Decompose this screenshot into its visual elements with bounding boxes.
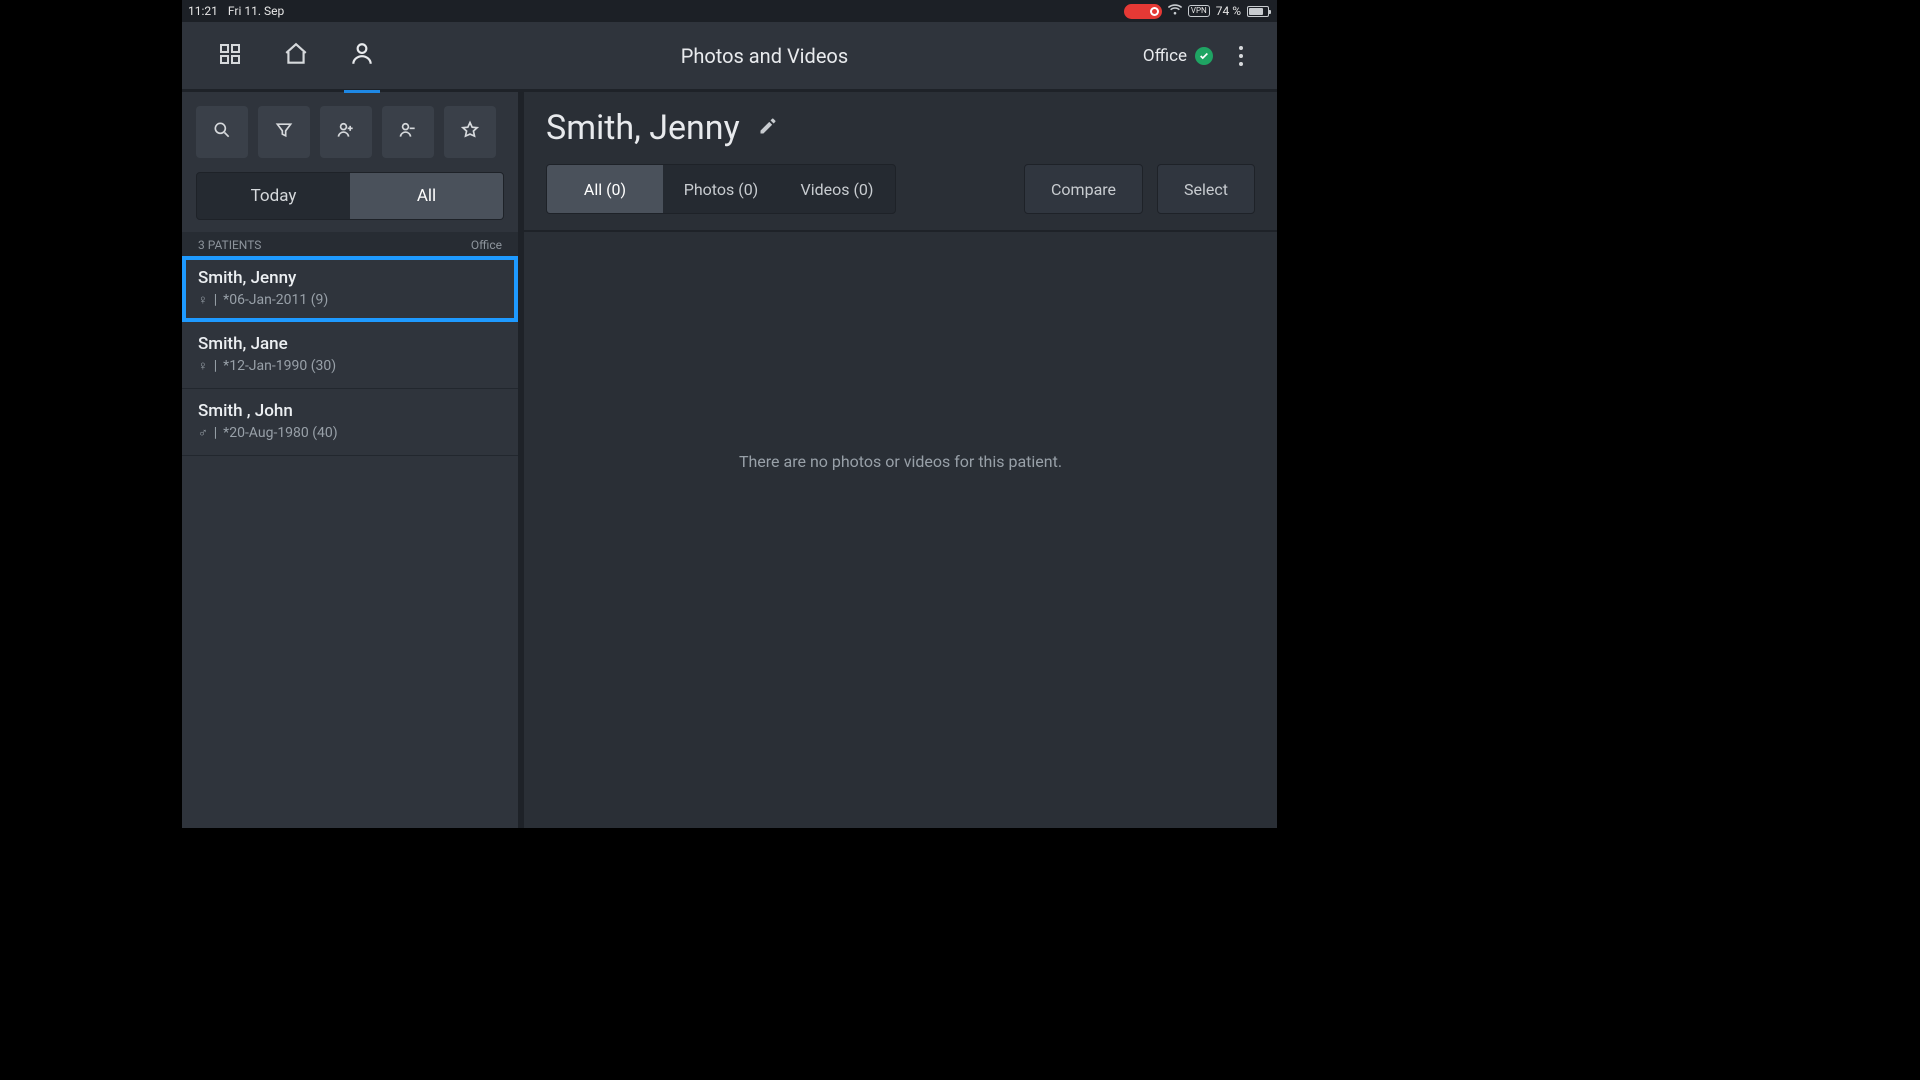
location-label: Office [1143, 46, 1187, 66]
segment-all[interactable]: All [350, 173, 503, 219]
filter-icon [274, 120, 294, 144]
status-time: 11:21 [188, 4, 218, 18]
app-frame: 11:21 Fri 11. Sep VPN 74 % Photos and Vi [182, 0, 1277, 828]
empty-state-message: There are no photos or videos for this p… [524, 232, 1277, 828]
remove-patient-button[interactable] [382, 106, 434, 158]
compare-button[interactable]: Compare [1024, 164, 1143, 214]
patient-name: Smith, Jenny [198, 268, 502, 288]
patient-meta: ♀|*12-Jan-1990 (30) [198, 358, 502, 374]
media-tab-all[interactable]: All (0) [547, 165, 663, 213]
media-tab-photos[interactable]: Photos (0) [663, 165, 779, 213]
wifi-icon [1168, 4, 1182, 18]
grid-icon [218, 42, 242, 70]
patient-count-label: 3 PATIENTS [198, 238, 261, 252]
location-column-label: Office [471, 238, 502, 252]
select-button[interactable]: Select [1157, 164, 1255, 214]
check-circle-icon [1195, 47, 1213, 65]
more-menu-button[interactable] [1227, 36, 1255, 76]
main-panel: Smith, Jenny All (0) Photos (0) Videos (… [524, 92, 1277, 828]
search-button[interactable] [196, 106, 248, 158]
status-bar: 11:21 Fri 11. Sep VPN 74 % [182, 0, 1277, 22]
filter-button[interactable] [258, 106, 310, 158]
selected-patient-name: Smith, Jenny [546, 108, 740, 148]
battery-percent: 74 % [1216, 4, 1241, 18]
status-date: Fri 11. Sep [228, 4, 284, 18]
user-plus-icon [336, 120, 356, 144]
pencil-icon [758, 121, 778, 140]
patient-sidebar: Today All 3 PATIENTS Office Smith, Jenny… [182, 92, 524, 828]
favorite-button[interactable] [444, 106, 496, 158]
patient-name: Smith , John [198, 401, 502, 421]
gender-icon: ♀ [198, 292, 208, 308]
patient-meta: ♂|*20-Aug-1980 (40) [198, 425, 502, 441]
patients-nav-button[interactable] [338, 32, 386, 80]
battery-icon [1247, 6, 1269, 17]
add-patient-button[interactable] [320, 106, 372, 158]
gender-icon: ♀ [198, 358, 208, 374]
person-icon [349, 41, 375, 71]
dashboard-nav-button[interactable] [206, 32, 254, 80]
patient-meta: ♀|*06-Jan-2011 (9) [198, 292, 502, 308]
location-chip[interactable]: Office [1143, 46, 1213, 66]
edit-patient-button[interactable] [758, 116, 778, 140]
page-title: Photos and Videos [386, 44, 1143, 68]
patient-list-item[interactable]: Smith , John ♂|*20-Aug-1980 (40) [182, 389, 518, 456]
home-nav-button[interactable] [272, 32, 320, 80]
gender-icon: ♂ [198, 425, 208, 441]
patient-name: Smith, Jane [198, 334, 502, 354]
media-type-segment: All (0) Photos (0) Videos (0) [546, 164, 896, 214]
vpn-badge: VPN [1188, 5, 1210, 17]
patient-list-item[interactable]: Smith, Jenny ♀|*06-Jan-2011 (9) [182, 256, 518, 322]
user-minus-icon [398, 120, 418, 144]
home-icon [283, 41, 309, 71]
search-icon [212, 120, 232, 144]
patient-list[interactable]: Smith, Jenny ♀|*06-Jan-2011 (9) Smith, Jan… [182, 256, 518, 828]
media-tab-videos[interactable]: Videos (0) [779, 165, 895, 213]
top-bar: Photos and Videos Office [182, 22, 1277, 92]
screen-record-indicator[interactable] [1124, 4, 1162, 19]
date-segment: Today All [196, 172, 504, 220]
patient-list-item[interactable]: Smith, Jane ♀|*12-Jan-1990 (30) [182, 322, 518, 389]
segment-today[interactable]: Today [197, 173, 350, 219]
star-icon [460, 120, 480, 144]
